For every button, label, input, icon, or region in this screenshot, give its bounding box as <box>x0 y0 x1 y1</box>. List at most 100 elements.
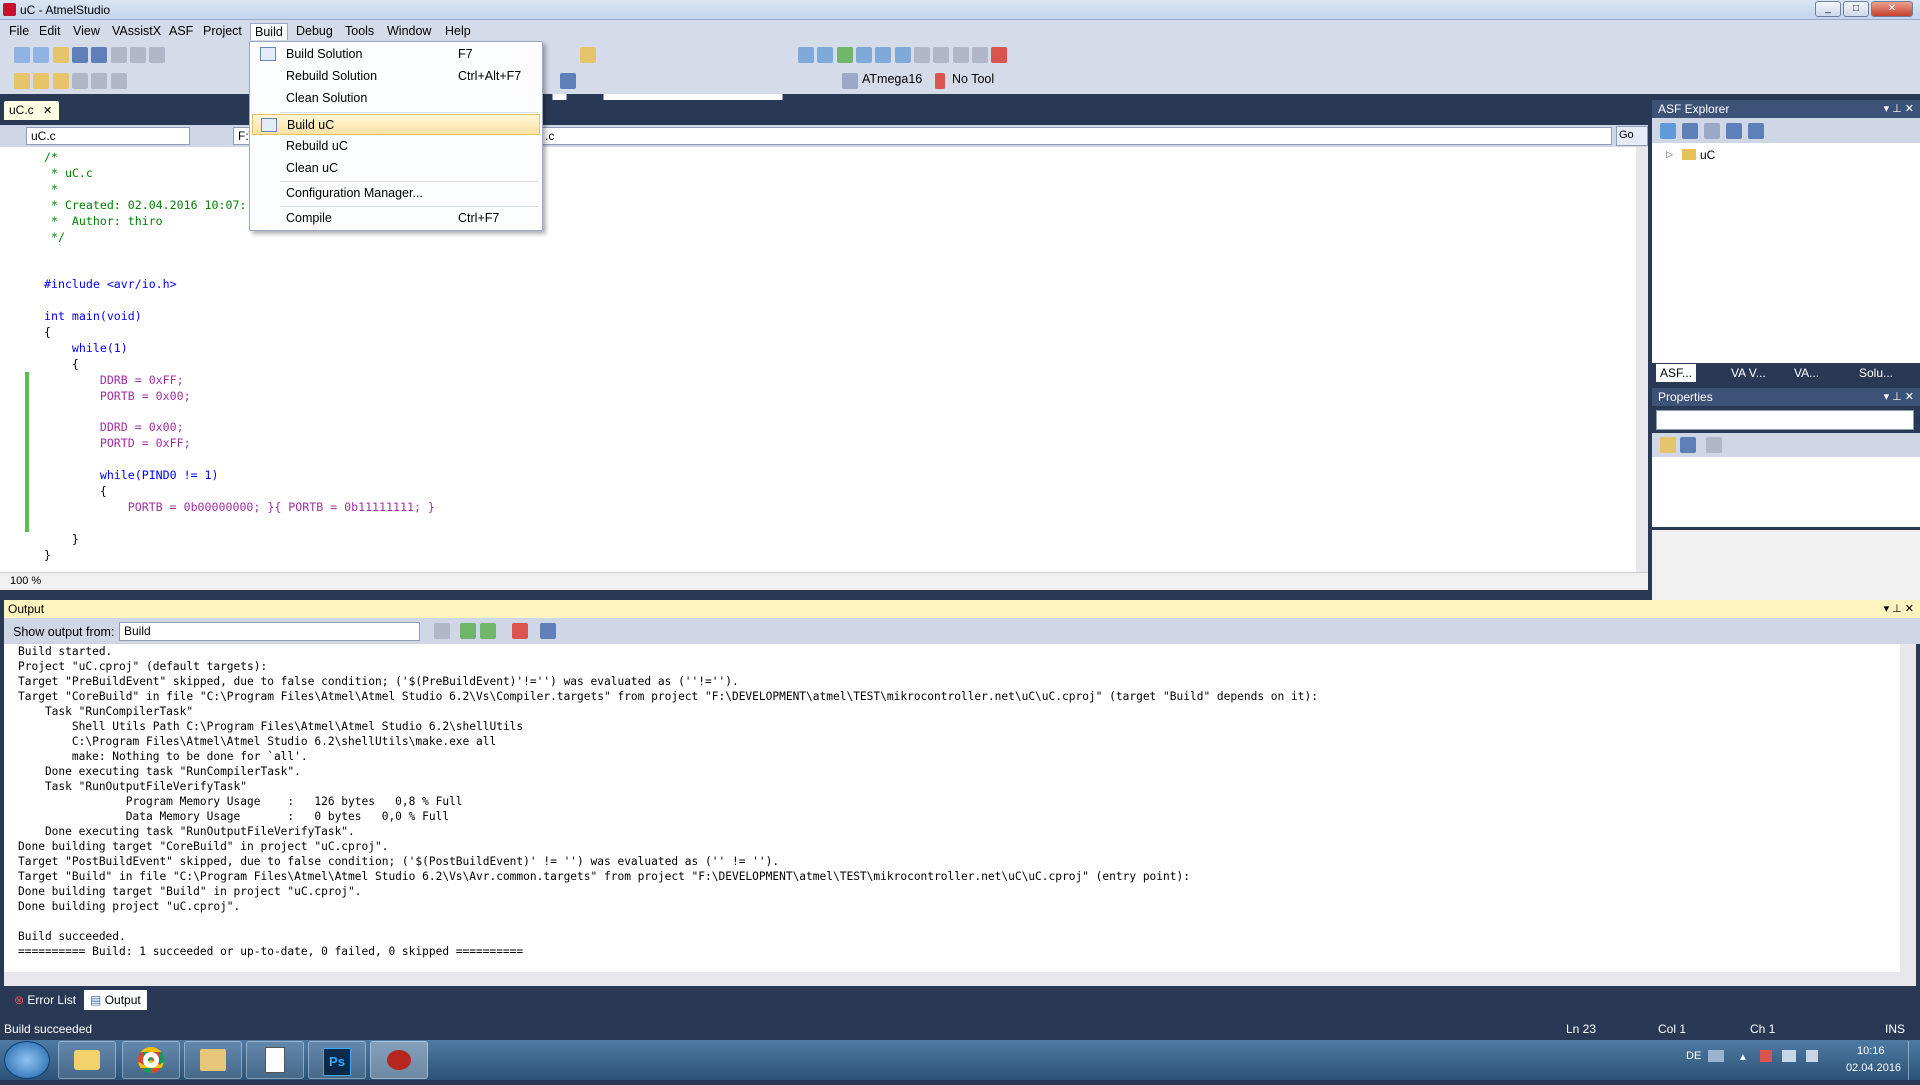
symbol-combo[interactable]: .c <box>540 127 1612 145</box>
zoom-level[interactable]: 100 % <box>10 575 41 587</box>
network-icon[interactable] <box>1782 1050 1796 1062</box>
clear-bookmarks-icon[interactable] <box>991 47 1008 63</box>
view-icon[interactable] <box>1704 123 1720 139</box>
start-button[interactable] <box>4 1041 50 1079</box>
close-tab-icon[interactable]: ✕ <box>43 105 52 117</box>
indent-icon[interactable] <box>914 47 931 63</box>
code-line[interactable]: } <box>44 532 435 548</box>
code-line[interactable]: PORTB = 0x00; <box>44 389 435 405</box>
code-line[interactable] <box>44 261 435 277</box>
uncomment-icon[interactable] <box>894 47 911 63</box>
tree-item-uc[interactable]: uC <box>1700 148 1715 162</box>
menu-view[interactable]: View <box>69 23 104 40</box>
previous-message-icon[interactable] <box>460 623 476 639</box>
maximize-button[interactable]: □ <box>1843 1 1869 17</box>
tab-output[interactable]: ▤ Output <box>84 990 147 1010</box>
volume-icon[interactable] <box>1806 1050 1818 1062</box>
minimize-button[interactable]: _ <box>1815 1 1841 17</box>
properties-object-combo[interactable] <box>1656 410 1914 430</box>
expand-arrow-icon[interactable]: ▷ <box>1666 149 1673 160</box>
property-pages-icon[interactable] <box>1706 437 1722 453</box>
tab-asf[interactable]: ASF... <box>1656 364 1697 382</box>
project-icon[interactable] <box>33 73 50 89</box>
extension-icon[interactable] <box>1748 123 1764 139</box>
sort-icon[interactable] <box>1682 123 1698 139</box>
categorized-icon[interactable] <box>1660 437 1676 453</box>
action-center-icon[interactable] <box>1760 1050 1772 1062</box>
compile-item[interactable]: Compile Ctrl+F7 <box>252 208 540 229</box>
panel-controls-icon[interactable]: ▾ ⊥ ✕ <box>1884 390 1914 403</box>
show-hidden-icons-icon[interactable]: ▲ <box>1738 1052 1748 1063</box>
chrome-icon[interactable] <box>122 1041 180 1079</box>
ladybug-icon[interactable] <box>370 1041 428 1079</box>
word-wrap-icon[interactable] <box>540 623 556 639</box>
code-line[interactable] <box>44 452 435 468</box>
panel-controls-icon[interactable]: ▾ ⊥ ✕ <box>1884 602 1914 615</box>
code-line[interactable] <box>44 293 435 309</box>
comment-icon[interactable] <box>875 47 892 63</box>
rebuild-solution-item[interactable]: Rebuild Solution Ctrl+Alt+F7 <box>252 66 540 87</box>
menu-project[interactable]: Project <box>199 23 246 40</box>
asf-wizard-icon[interactable] <box>52 73 69 89</box>
menu-asf[interactable]: ASF <box>165 23 197 40</box>
panel-controls-icon[interactable]: ▾ ⊥ ✕ <box>1884 102 1914 115</box>
bookmark-icon[interactable] <box>817 47 834 63</box>
menu-window[interactable]: Window <box>383 23 435 40</box>
menu-build[interactable]: Build <box>250 23 288 40</box>
menu-file[interactable]: File <box>5 23 33 40</box>
tool-selector[interactable]: No Tool <box>952 72 994 86</box>
find-in-files-icon[interactable] <box>580 47 596 63</box>
memory-icon[interactable] <box>560 73 576 89</box>
chip-icon[interactable] <box>842 73 858 89</box>
menu-debug[interactable]: Debug <box>292 23 337 40</box>
module-icon[interactable] <box>1726 123 1742 139</box>
clean-solution-item[interactable]: Clean Solution <box>252 88 540 109</box>
menu-vassistx[interactable]: VAssistX <box>108 23 165 40</box>
menu-help[interactable]: Help <box>441 23 475 40</box>
build-solution-item[interactable]: Build Solution F7 <box>252 44 540 65</box>
cut-icon[interactable] <box>110 47 127 63</box>
output-source-combo[interactable]: Build <box>119 622 420 641</box>
code-line[interactable]: while(PIND0 != 1) <box>44 468 435 484</box>
close-button[interactable]: ✕ <box>1871 1 1913 17</box>
explorer-folder-icon[interactable] <box>58 1041 116 1079</box>
output-horizontal-scrollbar[interactable] <box>4 972 1916 986</box>
code-line[interactable]: PORTD = 0xFF; <box>44 436 435 452</box>
code-line[interactable]: } <box>44 548 435 564</box>
code-line[interactable] <box>44 245 435 261</box>
paste-icon[interactable] <box>149 47 166 63</box>
lock-icon[interactable] <box>72 73 89 89</box>
code-line[interactable] <box>44 405 435 421</box>
clear-all-icon[interactable] <box>512 623 528 639</box>
notepad-icon[interactable] <box>246 1041 304 1079</box>
new-project-icon[interactable] <box>14 47 30 63</box>
save-icon[interactable] <box>72 47 89 63</box>
clock-date[interactable]: 02.04.2016 <box>1846 1062 1901 1074</box>
tool-icon[interactable] <box>935 73 945 89</box>
build-uc-item[interactable]: Build uC <box>252 114 540 135</box>
code-line[interactable]: { <box>44 325 435 341</box>
spellcheck-icon[interactable] <box>91 73 108 89</box>
device-selector[interactable]: ATmega16 <box>862 72 922 86</box>
code-line[interactable]: { <box>44 484 435 500</box>
tab-uc-c[interactable]: uC.c ✕ <box>4 101 59 120</box>
file-combo[interactable]: uC.c <box>26 127 190 145</box>
code-line[interactable] <box>44 516 435 532</box>
save-all-icon[interactable] <box>91 47 108 63</box>
code-line[interactable]: DDRB = 0xFF; <box>44 373 435 389</box>
find-message-icon[interactable] <box>434 623 450 639</box>
code-line[interactable]: while(1) <box>44 341 435 357</box>
navigate-icon[interactable] <box>798 47 814 63</box>
tab-solution[interactable]: Solu... <box>1855 364 1897 382</box>
configuration-manager-item[interactable]: Configuration Manager... <box>252 183 540 204</box>
copy-icon[interactable] <box>130 47 147 63</box>
add-item-icon[interactable] <box>33 47 50 63</box>
keyboard-icon[interactable] <box>1708 1050 1724 1062</box>
editor-vertical-scrollbar[interactable] <box>1636 147 1648 572</box>
format-icon[interactable] <box>952 47 969 63</box>
clock-time[interactable]: 10:16 <box>1857 1045 1885 1057</box>
open-icon[interactable] <box>14 73 30 89</box>
clean-uc-item[interactable]: Clean uC <box>252 158 540 179</box>
code-line[interactable]: DDRD = 0x00; <box>44 420 435 436</box>
tab-error-list[interactable]: ⊗ Error List <box>8 990 82 1010</box>
